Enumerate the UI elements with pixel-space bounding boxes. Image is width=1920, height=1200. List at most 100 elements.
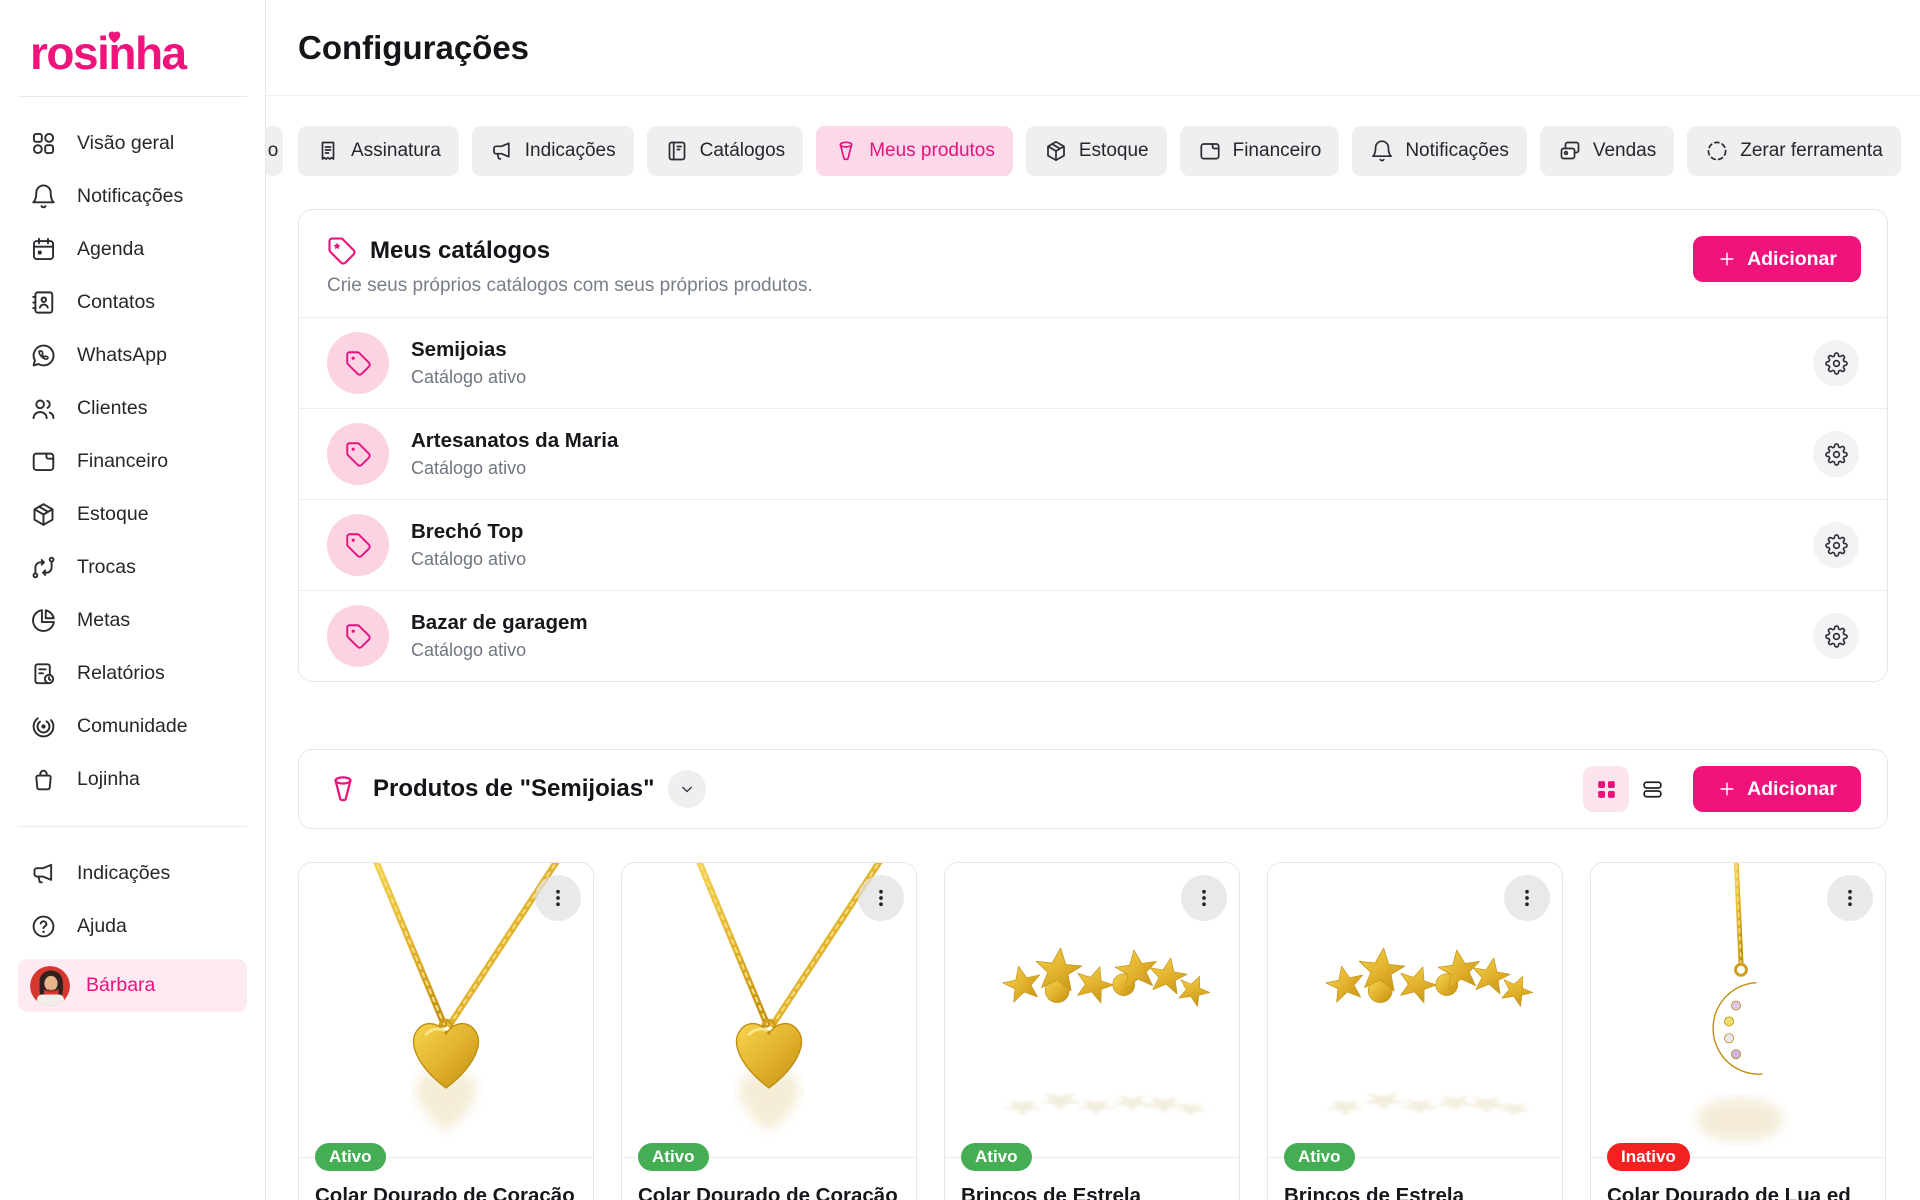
kebab-menu-icon: [1839, 887, 1861, 909]
whatsapp-icon: [30, 342, 57, 369]
my-catalogs-card: Meus catálogos Crie seus próprios catálo…: [298, 209, 1888, 682]
sidebar-item-comunidade[interactable]: Comunidade: [0, 700, 265, 753]
catalog-row-artesanatos-da-maria[interactable]: Artesanatos da Maria Catálogo ativo: [299, 408, 1887, 499]
chevron-down-icon: [677, 779, 697, 799]
status-badge: Inativo: [1607, 1143, 1690, 1171]
tag-icon: [327, 423, 389, 485]
product-image-gold-moon-necklace: Inativo: [1591, 863, 1885, 1158]
tab-label: Meus produtos: [869, 140, 995, 162]
gem-icon: [834, 139, 858, 163]
sidebar-item-label: Financeiro: [77, 450, 168, 473]
tab-label: Notificações: [1405, 140, 1509, 162]
sidebar-user-barbara[interactable]: Bárbara: [18, 959, 247, 1012]
sidebar-item-lojinha[interactable]: Lojinha: [0, 753, 265, 806]
tab-indicacoes[interactable]: Indicações: [472, 126, 634, 176]
catalog-settings-button[interactable]: [1813, 613, 1859, 659]
users-icon: [30, 395, 57, 422]
product-card[interactable]: Inativo Colar Dourado de Lua ed: [1590, 862, 1886, 1200]
sidebar-item-contatos[interactable]: Contatos: [0, 276, 265, 329]
gear-icon: [1825, 625, 1848, 648]
sidebar-nav: Visão geral Notificações Agenda Contatos…: [0, 111, 265, 812]
megaphone-icon: [30, 860, 57, 887]
add-catalog-button[interactable]: Adicionar: [1693, 236, 1861, 282]
kebab-menu-icon: [1516, 887, 1538, 909]
kebab-menu-icon: [547, 887, 569, 909]
product-menu-button[interactable]: [1181, 875, 1227, 921]
app-window: rosinha Visão geral Notificações Agenda …: [0, 0, 1920, 1200]
tab-vendas[interactable]: Vendas: [1540, 126, 1674, 176]
list-view-toggle[interactable]: [1629, 766, 1675, 812]
calendar-icon: [30, 236, 57, 263]
tab-estoque[interactable]: Estoque: [1026, 126, 1167, 176]
megaphone-icon: [490, 139, 514, 163]
gear-icon: [1825, 443, 1848, 466]
sidebar-item-visao-geral[interactable]: Visão geral: [0, 117, 265, 170]
tab-notificacoes[interactable]: Notificações: [1352, 126, 1527, 176]
sidebar-item-whatsapp[interactable]: WhatsApp: [0, 329, 265, 382]
sidebar-item-ajuda[interactable]: Ajuda: [0, 900, 265, 953]
product-menu-button[interactable]: [858, 875, 904, 921]
sidebar-item-indicacoes[interactable]: Indicações: [0, 847, 265, 900]
sidebar-item-relatorios[interactable]: Relatórios: [0, 647, 265, 700]
grid-view-toggle[interactable]: [1583, 766, 1629, 812]
catalog-row-bazar-de-garagem[interactable]: Bazar de garagem Catálogo ativo: [299, 590, 1887, 681]
tab-label: o: [268, 140, 279, 162]
tab-zerar-ferramenta[interactable]: Zerar ferramenta: [1687, 126, 1901, 176]
add-product-button-label: Adicionar: [1747, 778, 1837, 801]
sidebar-item-label: Clientes: [77, 397, 147, 420]
status-badge: Ativo: [961, 1143, 1032, 1171]
heart-icon: [106, 28, 123, 45]
sidebar-item-financeiro[interactable]: Financeiro: [0, 435, 265, 488]
tab-assinatura[interactable]: Assinatura: [298, 126, 459, 176]
shopping-bag-icon: [30, 766, 57, 793]
catalog-name: Bazar de garagem: [411, 611, 1813, 635]
sidebar-item-notificacoes[interactable]: Notificações: [0, 170, 265, 223]
help-circle-icon: [30, 913, 57, 940]
tab-catalogos[interactable]: Catálogos: [647, 126, 804, 176]
product-menu-button[interactable]: [535, 875, 581, 921]
sidebar-item-label: Agenda: [77, 238, 144, 261]
status-badge: Ativo: [1284, 1143, 1355, 1171]
product-card[interactable]: Ativo Colar Dourado de Coração: [621, 862, 917, 1200]
sidebar-item-label: Ajuda: [77, 915, 127, 938]
sidebar-item-label: Visão geral: [77, 132, 174, 155]
product-menu-button[interactable]: [1827, 875, 1873, 921]
catalog-settings-button[interactable]: [1813, 340, 1859, 386]
catalog-select-dropdown[interactable]: [668, 770, 706, 808]
tab-label: Assinatura: [351, 140, 441, 162]
sidebar-item-estoque[interactable]: Estoque: [0, 488, 265, 541]
sidebar-item-label: Relatórios: [77, 662, 165, 685]
tab-label: Zerar ferramenta: [1740, 140, 1883, 162]
add-catalog-button-label: Adicionar: [1747, 248, 1837, 271]
catalog-settings-button[interactable]: [1813, 522, 1859, 568]
photo-stack-icon: [1558, 139, 1582, 163]
product-card[interactable]: Ativo Brincos de Estrela: [944, 862, 1240, 1200]
tag-icon: [327, 514, 389, 576]
catalog-row-brecho-top[interactable]: Brechó Top Catálogo ativo: [299, 499, 1887, 590]
catalogs-card-title: Meus catálogos: [370, 237, 550, 265]
tab-overflow-left[interactable]: o: [266, 126, 283, 176]
sidebar-item-metas[interactable]: Metas: [0, 594, 265, 647]
sidebar-item-clientes[interactable]: Clientes: [0, 382, 265, 435]
add-product-button[interactable]: Adicionar: [1693, 766, 1861, 812]
catalog-status: Catálogo ativo: [411, 549, 1813, 570]
gear-icon: [1825, 534, 1848, 557]
catalog-name: Artesanatos da Maria: [411, 429, 1813, 453]
product-card[interactable]: Ativo Brincos de Estrela: [1267, 862, 1563, 1200]
catalog-settings-button[interactable]: [1813, 431, 1859, 477]
sidebar: rosinha Visão geral Notificações Agenda …: [0, 0, 266, 1200]
sidebar-item-trocas[interactable]: Trocas: [0, 541, 265, 594]
sidebar-item-agenda[interactable]: Agenda: [0, 223, 265, 276]
kebab-menu-icon: [870, 887, 892, 909]
wallet-icon: [1198, 139, 1222, 163]
product-card[interactable]: Ativo Colar Dourado de Coração: [298, 862, 594, 1200]
tab-meus-produtos[interactable]: Meus produtos: [816, 126, 1013, 176]
tab-label: Vendas: [1593, 140, 1656, 162]
tag-icon: [327, 332, 389, 394]
catalog-row-semijoias[interactable]: Semijoias Catálogo ativo: [299, 317, 1887, 408]
sidebar-item-label: Lojinha: [77, 768, 140, 791]
product-menu-button[interactable]: [1504, 875, 1550, 921]
tab-financeiro[interactable]: Financeiro: [1180, 126, 1340, 176]
bell-icon: [1370, 139, 1394, 163]
broadcast-icon: [30, 713, 57, 740]
